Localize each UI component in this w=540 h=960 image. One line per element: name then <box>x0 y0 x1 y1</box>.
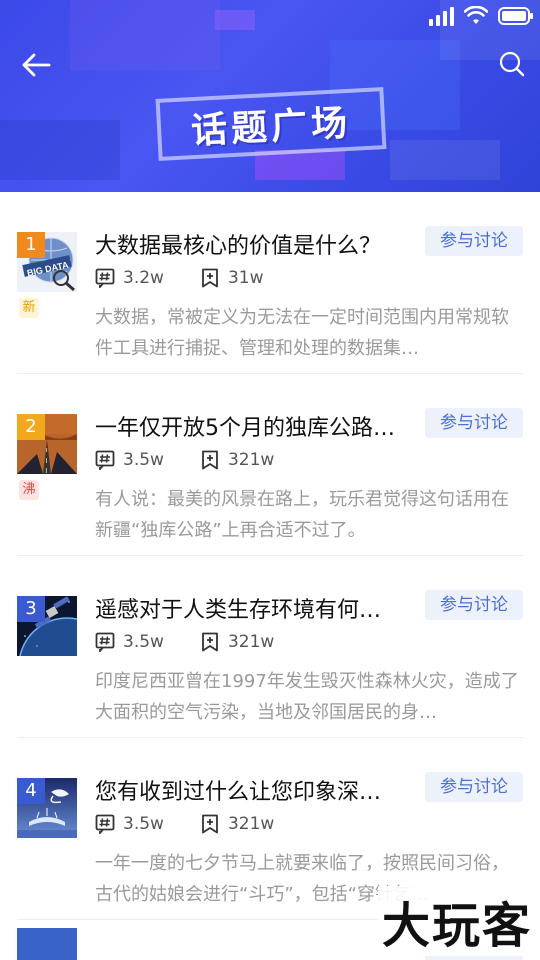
post-count: 3.2w <box>123 268 164 288</box>
follow-count: 321w <box>227 632 275 652</box>
page-title-badge: 话题广场 <box>155 87 387 161</box>
big-data-thumbnail: BIG DATA 1 <box>17 232 77 292</box>
banner-decoration <box>0 120 120 180</box>
rank-badge: 2 <box>17 414 45 440</box>
watermark-logo: 大玩客 <box>377 886 536 956</box>
post-count-icon <box>95 632 115 652</box>
post-count: 3.5w <box>123 814 164 834</box>
wifi-icon <box>464 6 488 24</box>
battery-icon <box>498 7 533 25</box>
rank-badge: 3 <box>17 596 45 622</box>
topic-title[interactable]: 您有收到过什么让您印象深… <box>95 774 415 806</box>
post-count-icon <box>95 268 115 288</box>
topic-description: 印度尼西亚曾在1997年发生毁灭性森林火灾，造成了大面积的空气污染，当地及邻国居… <box>95 671 519 723</box>
topic-item[interactable]: 3 遥感对于人类生存环境有何… 参与讨论 3.5w 321w 印度尼西亚曾在19… <box>17 556 523 738</box>
follow-count-icon <box>202 814 218 834</box>
join-discussion-button[interactable]: 参与讨论 <box>425 408 523 438</box>
topic-item[interactable]: 2 沸 一年仅开放5个月的独库公路… 参与讨论 3.5w 321w 有人说：最美… <box>17 374 523 556</box>
satellite-thumbnail: 3 <box>17 596 77 656</box>
follow-count: 321w <box>227 450 275 470</box>
next-topic-thumbnail <box>17 928 77 960</box>
topic-title[interactable]: 一年仅开放5个月的独库公路… <box>95 410 415 442</box>
follow-count-icon <box>202 268 218 288</box>
topic-description: 大数据，常被定义为无法在一定时间范围内用常规软件工具进行捕捉、管理和处理的数据集… <box>95 307 509 359</box>
topic-title[interactable]: 遥感对于人类生存环境有何… <box>95 592 415 624</box>
follow-count: 321w <box>227 814 275 834</box>
join-discussion-button[interactable]: 参与讨论 <box>425 772 523 802</box>
post-count-icon <box>95 814 115 834</box>
follow-count-icon <box>202 632 218 652</box>
page-title: 话题广场 <box>190 102 353 153</box>
banner-decoration <box>70 0 220 70</box>
join-discussion-button[interactable]: 参与讨论 <box>425 226 523 256</box>
signal-icon <box>429 6 454 26</box>
post-count: 3.5w <box>123 632 164 652</box>
banner-decoration <box>390 140 500 180</box>
desert-road-thumbnail: 2 <box>17 414 77 474</box>
header-banner: 话题广场 <box>0 0 540 192</box>
qixi-thumbnail: 4 <box>17 778 77 838</box>
follow-count-icon <box>202 450 218 470</box>
status-bar <box>429 6 533 26</box>
banner-decoration <box>215 10 255 30</box>
topic-title[interactable]: 大数据最核心的价值是什么？ <box>95 228 415 260</box>
topic-description: 有人说：最美的风景在路上，玩乐君觉得这句话用在新疆“独库公路”上再合适不过了。 <box>95 489 509 541</box>
topic-list: BIG DATA 1 新 大数据最核心的价值是什么？ 参与讨论 3.2w 31w… <box>0 192 540 920</box>
topic-stats: 3.2w 31w <box>95 268 300 288</box>
hot-tag: 沸 <box>19 480 39 500</box>
topic-stats: 3.5w 321w <box>95 450 310 470</box>
search-icon[interactable] <box>498 50 526 78</box>
follow-count: 31w <box>227 268 264 288</box>
rank-badge: 1 <box>17 232 45 258</box>
topic-item[interactable]: BIG DATA 1 新 大数据最核心的价值是什么？ 参与讨论 3.2w 31w… <box>17 192 523 374</box>
topic-stats: 3.5w 321w <box>95 632 310 652</box>
post-count: 3.5w <box>123 450 164 470</box>
new-tag: 新 <box>19 298 39 318</box>
back-button[interactable] <box>20 50 52 80</box>
post-count-icon <box>95 450 115 470</box>
topic-stats: 3.5w 321w <box>95 814 310 834</box>
join-discussion-button[interactable]: 参与讨论 <box>425 590 523 620</box>
rank-badge: 4 <box>17 778 45 804</box>
